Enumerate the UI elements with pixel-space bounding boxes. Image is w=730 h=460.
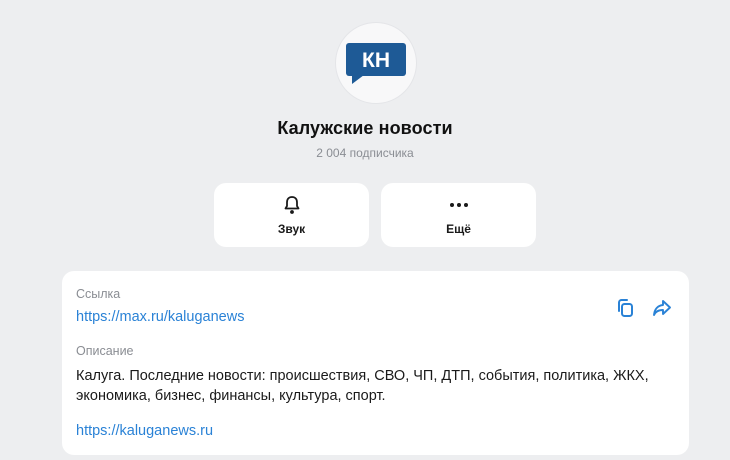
channel-link[interactable]: https://max.ru/kaluganews [76, 309, 244, 325]
link-label: Ссылка [76, 287, 121, 301]
sound-button[interactable]: Звук [214, 183, 369, 247]
sound-button-label: Звук [277, 222, 306, 236]
copy-icon[interactable] [614, 297, 636, 319]
more-button-label: Ещё [446, 222, 471, 236]
website-link[interactable]: https://kaluganews.ru [76, 423, 213, 439]
bell-icon [281, 194, 303, 216]
more-dots-icon [448, 194, 470, 216]
channel-logo: КН [346, 43, 406, 84]
subscriber-count: 2 004 подписчика [316, 146, 414, 160]
more-button[interactable]: Ещё [381, 183, 536, 247]
channel-description: Калуга. Последние новости: происшествия,… [76, 368, 649, 404]
logo-text: КН [362, 49, 390, 72]
share-icon[interactable] [651, 297, 673, 319]
description-label: Описание [76, 344, 134, 358]
channel-title: Калужские новости [277, 118, 453, 138]
channel-info-card: Ссылка https://max.ru/kaluganews Описани… [62, 271, 689, 455]
channel-avatar: КН [336, 23, 416, 103]
